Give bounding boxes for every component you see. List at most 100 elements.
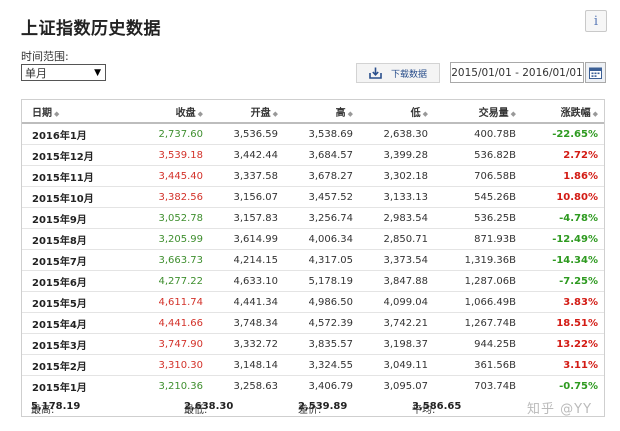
high-cell: 3,684.57	[284, 144, 359, 166]
column-header-volume[interactable]: 交易量 ◆	[434, 100, 522, 124]
open-cell: 3,614.99	[209, 228, 284, 250]
dropdown-caret-icon: ▼	[94, 67, 101, 78]
date-cell: 2015年4月	[22, 312, 127, 334]
summary-diff: 差价: 2,539.89	[298, 400, 348, 416]
sort-icon: ◆	[197, 109, 203, 118]
table-header-row: 日期 ◆ 收盘 ◆ 开盘 ◆ 高 ◆ 低 ◆ 交易量 ◆ 涨跌幅 ◆	[22, 100, 604, 124]
open-cell: 3,536.59	[233, 128, 278, 140]
date-cell: 2015年6月	[22, 270, 127, 292]
volume-cell: 1,319.36B	[434, 249, 522, 271]
open-cell: 4,633.10	[209, 270, 284, 292]
low-cell: 2,983.54	[359, 207, 434, 229]
table-row: 2015年3月 3,747.90 3,332.72 3,835.57 3,198.37 9…	[22, 333, 604, 355]
open-cell: 3,148.14	[209, 354, 284, 376]
table-row: 2015年8月 3,205.99 3,614.99 4,006.34 2,850.71 8…	[22, 228, 604, 250]
date-cell: 2015年2月	[22, 354, 127, 376]
open-cell: 4,214.15	[209, 249, 284, 271]
close-cell: 3,445.40	[127, 165, 209, 187]
sort-icon: ◆	[54, 109, 60, 118]
download-data-button[interactable]: 下载数据	[356, 63, 440, 83]
volume-cell: 361.56B	[434, 354, 522, 376]
date-cell: 2015年1月	[22, 375, 127, 396]
high-cell: 3,324.55	[284, 354, 359, 376]
column-header-close[interactable]: 收盘 ◆	[127, 100, 209, 124]
time-range-select[interactable]: 单月 ▼	[21, 64, 106, 81]
volume-cell: 545.26B	[434, 186, 522, 208]
date-cell: 2015年5月	[22, 291, 127, 313]
open-cell: 3,332.72	[209, 333, 284, 355]
close-cell: 4,611.74	[127, 291, 209, 313]
volume-cell: 871.93B	[434, 228, 522, 250]
sort-icon: ◆	[272, 109, 278, 118]
close-cell: 4,277.22	[127, 270, 209, 292]
close-cell: 2,737.60	[158, 128, 203, 140]
table-row: 2015年1月 3,210.36 3,258.63 3,406.79 3,095.07 7…	[22, 375, 604, 396]
calendar-button[interactable]	[585, 62, 606, 83]
watermark: 知乎 @YY	[527, 402, 593, 417]
change-cell: -12.49%	[522, 228, 604, 250]
close-cell: 3,205.99	[127, 228, 209, 250]
open-cell: 3,748.34	[209, 312, 284, 334]
high-cell: 4,986.50	[284, 291, 359, 313]
history-table: 日期 ◆ 收盘 ◆ 开盘 ◆ 高 ◆ 低 ◆ 交易量 ◆ 涨跌幅 ◆ 2016年1月 2,737…	[21, 99, 605, 397]
low-cell: 3,095.07	[359, 375, 434, 396]
low-cell: 3,373.54	[359, 249, 434, 271]
change-cell: -0.75%	[522, 375, 604, 396]
sort-icon: ◆	[347, 109, 353, 118]
low-cell: 2,638.30	[383, 128, 428, 140]
column-header-low[interactable]: 低 ◆	[359, 100, 434, 124]
table-row: 2015年4月 4,441.66 3,748.34 4,572.39 3,742.21 1…	[22, 312, 604, 334]
volume-cell: 400.78B	[474, 128, 516, 140]
low-cell: 3,049.11	[359, 354, 434, 376]
close-cell: 3,210.36	[127, 375, 209, 396]
high-cell: 5,178.19	[284, 270, 359, 292]
open-cell: 4,441.34	[209, 291, 284, 313]
high-cell: 3,538.69	[308, 128, 353, 140]
date-range-input[interactable]: 2015/01/01 - 2016/01/01	[450, 62, 584, 83]
table-row: 2016年1月 2,737.60 3,536.59 3,538.69 2,638.30 4…	[22, 123, 604, 145]
table-row: 2015年6月 4,277.22 4,633.10 5,178.19 3,847.88 1…	[22, 270, 604, 292]
summary-bar: 最高: 5,178.19 最低: 2,638.30 差价: 2,539.89 平…	[21, 396, 605, 417]
high-cell: 3,678.27	[284, 165, 359, 187]
open-cell: 3,442.44	[209, 144, 284, 166]
column-header-change[interactable]: 涨跌幅 ◆	[522, 100, 604, 124]
info-icon[interactable]: i	[585, 10, 607, 32]
column-header-date[interactable]: 日期 ◆	[22, 100, 127, 124]
date-cell: 2015年12月	[22, 144, 127, 166]
high-cell: 4,006.34	[284, 228, 359, 250]
low-cell: 3,302.18	[359, 165, 434, 187]
sort-icon: ◆	[592, 109, 598, 118]
summary-low: 最低: 2,638.30	[184, 400, 234, 416]
close-cell: 3,663.73	[127, 249, 209, 271]
date-cell: 2015年8月	[22, 228, 127, 250]
change-cell: -22.65%	[552, 128, 598, 140]
close-cell: 3,747.90	[127, 333, 209, 355]
sort-icon: ◆	[422, 109, 428, 118]
table-row: 2015年7月 3,663.73 4,214.15 4,317.05 3,373.54 1…	[22, 249, 604, 271]
column-header-high[interactable]: 高 ◆	[284, 100, 359, 124]
volume-cell: 1,267.74B	[434, 312, 522, 334]
low-cell: 3,198.37	[359, 333, 434, 355]
date-cell: 2015年9月	[22, 207, 127, 229]
date-cell: 2015年7月	[22, 249, 127, 271]
volume-cell: 703.74B	[434, 375, 522, 396]
summary-average: 平均: 3,586.65	[412, 400, 462, 416]
table-row: 2015年11月 3,445.40 3,337.58 3,678.27 3,302.18…	[22, 165, 604, 187]
low-cell: 2,850.71	[359, 228, 434, 250]
date-cell: 2015年10月	[22, 186, 127, 208]
change-cell: 2.72%	[522, 144, 604, 166]
change-cell: -4.78%	[522, 207, 604, 229]
low-cell: 3,399.28	[359, 144, 434, 166]
open-cell: 3,157.83	[209, 207, 284, 229]
volume-cell: 944.25B	[434, 333, 522, 355]
column-header-open[interactable]: 开盘 ◆	[209, 100, 284, 124]
table-row: 2015年2月 3,310.30 3,148.14 3,324.55 3,049.11 3…	[22, 354, 604, 376]
volume-cell: 1,066.49B	[434, 291, 522, 313]
low-cell: 3,133.13	[359, 186, 434, 208]
volume-cell: 706.58B	[434, 165, 522, 187]
open-cell: 3,337.58	[209, 165, 284, 187]
close-cell: 4,441.66	[127, 312, 209, 334]
low-cell: 3,742.21	[359, 312, 434, 334]
high-cell: 4,317.05	[284, 249, 359, 271]
change-cell: 18.51%	[522, 312, 604, 334]
